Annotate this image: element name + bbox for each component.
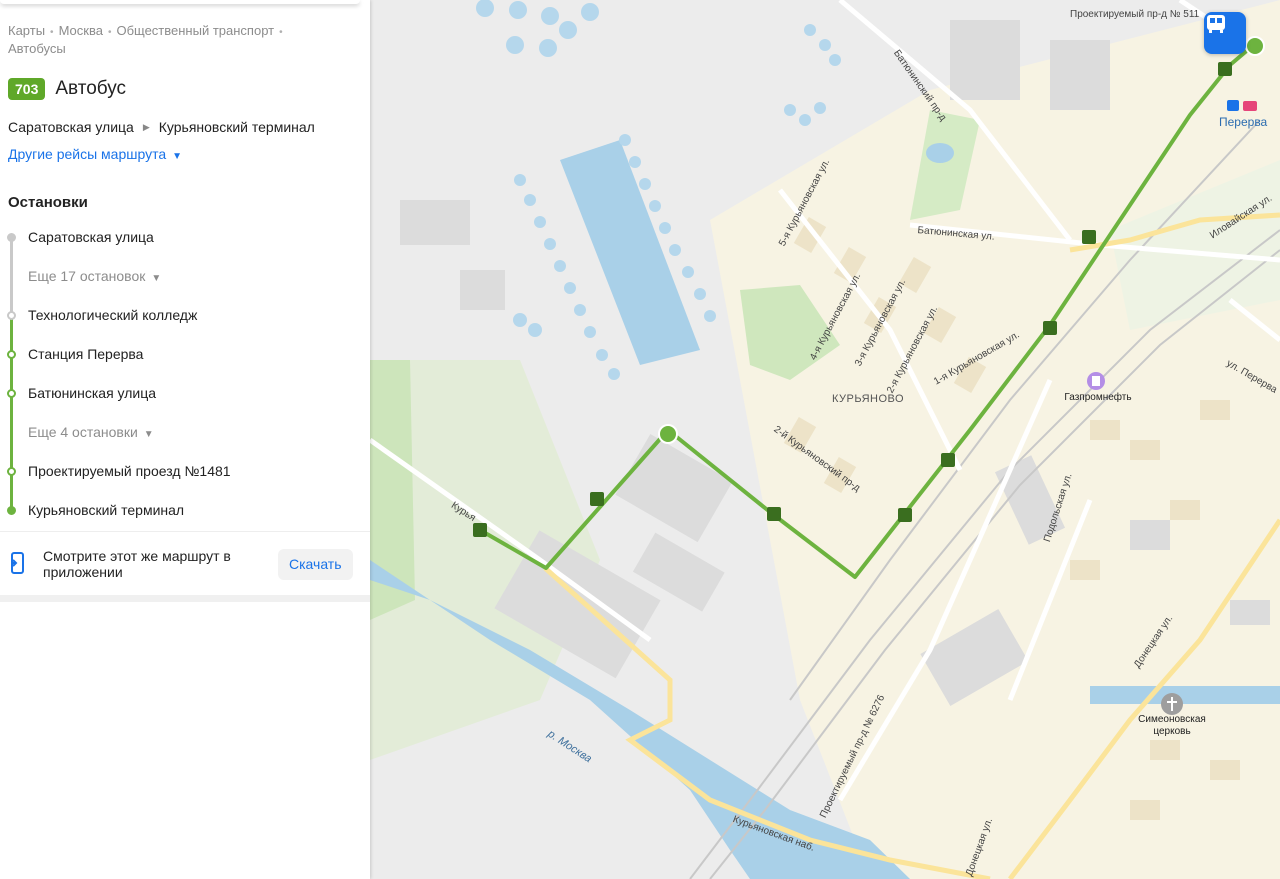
bus-stop-icon xyxy=(473,523,487,537)
direction-arrow-icon: ▶ xyxy=(142,121,150,132)
stop-item[interactable]: Саратовская улица xyxy=(28,229,154,245)
route-sidebar: Карты • Москва • Общественный транспорт • Авто… xyxy=(0,0,370,879)
map-graphics xyxy=(370,0,1280,879)
stop-item[interactable]: Станция Перерва xyxy=(28,346,143,362)
stop-dot xyxy=(7,350,16,359)
railway-station-icon xyxy=(1227,100,1239,111)
collapsed-stops-label: Еще 4 остановки xyxy=(28,424,138,440)
phone-download-icon xyxy=(8,552,24,574)
app-promo: Смотрите этот же маршрут в приложении Ск… xyxy=(0,531,370,595)
bus-stop-icon xyxy=(767,507,781,521)
route-endpoints: Саратовская улица ▶ Курьяновский термина… xyxy=(8,119,315,135)
d2-line-badge xyxy=(1243,101,1257,111)
bus-stop-icon xyxy=(941,453,955,467)
poi-label[interactable]: Газпромнефть xyxy=(1058,392,1138,404)
bus-stop-icon xyxy=(1218,62,1232,76)
stop-item[interactable]: Курьяновский терминал xyxy=(28,502,184,518)
route-number-badge: 703 xyxy=(8,78,46,100)
other-trips-label: Другие рейсы маршрута xyxy=(8,146,167,162)
collapsed-stops-label: Еще 17 остановок xyxy=(28,268,146,284)
bus-icon xyxy=(1207,15,1225,33)
bus-stop-icon xyxy=(1082,230,1096,244)
route-line-grey xyxy=(10,237,13,315)
breadcrumb-transit[interactable]: Общественный транспорт xyxy=(116,23,274,38)
station-label[interactable]: Перерва xyxy=(1219,115,1267,129)
pond xyxy=(1090,686,1280,704)
panel-top-edge xyxy=(0,0,360,4)
caret-down-icon: ▼ xyxy=(172,151,183,162)
transit-layer-button[interactable] xyxy=(1204,12,1246,54)
caret-down-icon: ▼ xyxy=(151,273,162,284)
poi-label[interactable]: Симеоновская церковь xyxy=(1132,714,1212,738)
bus-stop-icon xyxy=(898,508,912,522)
route-from: Саратовская улица xyxy=(8,119,134,135)
breadcrumb-moscow[interactable]: Москва xyxy=(59,23,103,38)
stop-item[interactable]: Проектируемый проезд №1481 xyxy=(28,463,231,479)
stop-dot xyxy=(7,389,16,398)
street-label: Проектируемый пр-д № 511 xyxy=(1070,9,1200,20)
stop-dot xyxy=(7,311,16,320)
route-to: Курьяновский терминал xyxy=(158,119,315,135)
stop-dot xyxy=(7,233,16,242)
promo-text: Смотрите этот же маршрут в приложении xyxy=(43,548,231,580)
active-bus-stop-icon xyxy=(658,424,678,444)
pond xyxy=(926,143,954,163)
download-button[interactable]: Скачать xyxy=(278,549,353,580)
stop-dot xyxy=(7,506,16,515)
stop-dot xyxy=(7,467,16,476)
bus-stop-icon xyxy=(590,492,604,506)
collapsed-stops-toggle[interactable]: Еще 4 остановки ▼ xyxy=(28,424,154,440)
stop-item[interactable]: Батюнинская улица xyxy=(28,385,156,401)
stops-heading: Остановки xyxy=(8,194,88,211)
breadcrumb: Карты • Москва • Общественный транспорт • Авто… xyxy=(8,23,283,56)
district-label: КУРЬЯНОВО xyxy=(832,393,905,405)
other-trips-dropdown[interactable]: Другие рейсы маршрута ▼ xyxy=(8,146,182,162)
breadcrumb-maps[interactable]: Карты xyxy=(8,23,45,38)
route-line-green xyxy=(10,315,13,511)
bus-stop-icon xyxy=(1043,321,1057,335)
collapsed-stops-toggle[interactable]: Еще 17 остановок ▼ xyxy=(28,268,161,284)
caret-down-icon: ▼ xyxy=(143,429,154,440)
breadcrumb-buses[interactable]: Автобусы xyxy=(8,41,66,56)
terminal-stop-icon xyxy=(1245,36,1265,56)
map-canvas[interactable]: Проектируемый пр-д № 511 Батюнинский пр-… xyxy=(370,0,1280,879)
stop-item[interactable]: Технологический колледж xyxy=(28,307,197,323)
divider xyxy=(0,595,370,602)
route-title: Автобус xyxy=(55,78,127,99)
route-header: 703 Автобус xyxy=(8,78,126,100)
